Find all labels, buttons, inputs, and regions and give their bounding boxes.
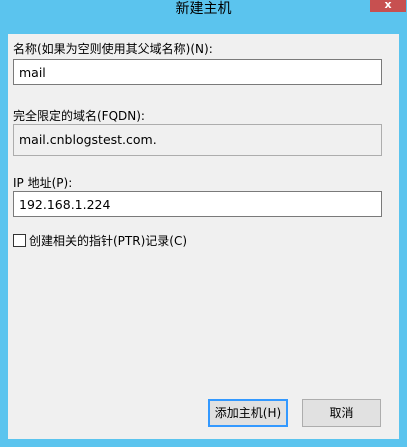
fqdn-field: mail.cnblogstest.com. [13,124,382,156]
ptr-checkbox-label[interactable]: 创建相关的指针(PTR)记录(C) [29,232,187,249]
ptr-checkbox-row[interactable]: 创建相关的指针(PTR)记录(C) [13,232,187,249]
name-input[interactable] [13,59,382,85]
fqdn-label: 完全限定的域名(FQDN): [13,109,145,123]
ip-input[interactable] [13,191,382,217]
ip-label: IP 地址(P): [13,176,73,190]
name-label: 名称(如果为空则使用其父域名称)(N): [13,42,213,56]
add-host-button[interactable]: 添加主机(H) [208,399,288,427]
dialog-title: 新建主机 [175,1,232,17]
title-bar[interactable]: 新建主机 x [0,0,407,34]
close-button[interactable]: x [370,0,406,12]
ptr-checkbox[interactable] [13,234,26,247]
dialog-window: 新建主机 x 名称(如果为空则使用其父域名称)(N): 完全限定的域名(FQDN… [0,0,407,447]
cancel-button[interactable]: 取消 [302,399,381,427]
dialog-client-area: 名称(如果为空则使用其父域名称)(N): 完全限定的域名(FQDN): mail… [8,34,399,439]
close-icon: x [384,0,392,11]
